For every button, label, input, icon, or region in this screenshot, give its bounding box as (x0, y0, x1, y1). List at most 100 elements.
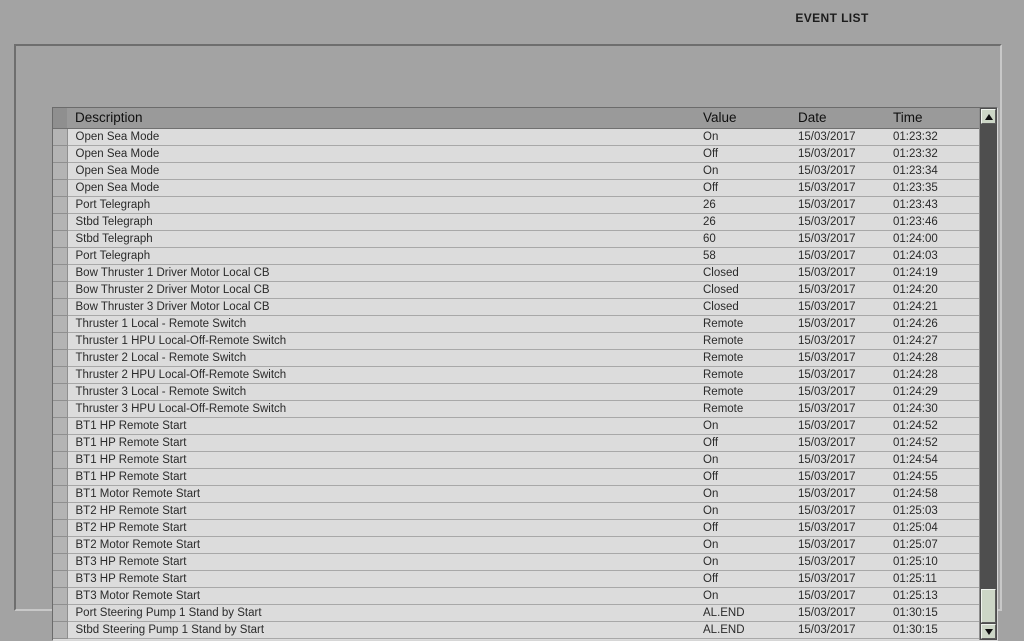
cell-description: Stbd Telegraph (67, 213, 695, 231)
cell-value: On (695, 451, 790, 469)
table-row[interactable]: BT1 HP Remote Start Off 15/03/2017 01:24:52 (53, 434, 979, 452)
cell-description-label: Bow Thruster 1 Driver Motor Local CB (75, 267, 270, 279)
table-row[interactable]: Port Telegraph 58 15/03/2017 01:24:03 (53, 247, 979, 265)
cell-time: 01:24:28 (885, 349, 979, 367)
row-gutter (53, 366, 68, 384)
cell-date-label: 15/03/2017 (798, 471, 856, 483)
table-row[interactable]: BT3 HP Remote Start Off 15/03/2017 01:25:11 (53, 570, 979, 588)
table-row[interactable]: Port Steering Pump 1 Stand by Start AL.EN… (53, 604, 979, 622)
cell-date-label: 15/03/2017 (798, 131, 856, 143)
cell-value-label: Remote (703, 403, 744, 415)
table-row[interactable]: BT3 HP Remote Start On 15/03/2017 01:25:10 (53, 553, 979, 571)
cell-date-label: 15/03/2017 (798, 148, 856, 160)
cell-description: BT2 HP Remote Start (67, 519, 695, 537)
table-row[interactable]: BT1 HP Remote Start On 15/03/2017 01:24:54 (53, 451, 979, 469)
table-row[interactable]: Bow Thruster 2 Driver Motor Local CB Clos… (53, 281, 979, 299)
table-row[interactable]: Thruster 3 Local - Remote Switch Remote 15… (53, 383, 979, 401)
row-gutter (53, 128, 68, 146)
table-row[interactable]: Stbd Telegraph 26 15/03/2017 01:23:46 (53, 213, 979, 231)
cell-description-label: Stbd Steering Pump 1 Stand by Start (75, 624, 265, 636)
triangle-up-icon (984, 113, 993, 120)
table-row[interactable]: BT1 Motor Remote Start On 15/03/2017 01:24:… (53, 485, 979, 503)
cell-value-label: Closed (703, 267, 739, 279)
event-table-header: Description Value Date Time (53, 108, 979, 129)
table-row[interactable]: BT3 Motor Remote Start On 15/03/2017 01:25:… (53, 587, 979, 605)
event-list-widget[interactable]: Description Value Date Time Open Sea Mod… (52, 107, 998, 641)
cell-description-label: Open Sea Mode (75, 182, 160, 194)
cell-time-label: 01:24:28 (893, 369, 938, 381)
cell-value-label: On (703, 454, 719, 466)
cell-date-label: 15/03/2017 (798, 318, 856, 330)
table-row[interactable]: BT2 HP Remote Start On 15/03/2017 01:25:03 (53, 502, 979, 520)
table-row[interactable]: Open Sea Mode On 15/03/2017 01:23:32 (53, 128, 979, 146)
table-row[interactable]: BT2 Motor Remote Start On 15/03/2017 01:25:… (53, 536, 979, 554)
table-row[interactable]: Thruster 1 Local - Remote Switch Remote 15… (53, 315, 979, 333)
cell-description: Thruster 2 Local - Remote Switch (67, 349, 695, 367)
cell-time-label: 01:24:54 (893, 454, 938, 466)
table-row[interactable]: Open Sea Mode Off 15/03/2017 01:23:35 (53, 179, 979, 197)
table-row[interactable]: Thruster 2 HPU Local-Off-Remote Switch Re… (53, 366, 979, 384)
cell-time: 01:25:04 (885, 519, 979, 537)
table-row[interactable]: Thruster 1 HPU Local-Off-Remote Switch Re… (53, 332, 979, 350)
column-header-time[interactable]: Time (885, 108, 979, 129)
cell-description-label: Thruster 3 HPU Local-Off-Remote Switch (75, 403, 287, 415)
cell-time: 01:25:11 (885, 570, 979, 588)
column-header-description[interactable]: Description (67, 108, 695, 129)
cell-time-label: 01:24:20 (893, 284, 938, 296)
table-row[interactable]: Port Telegraph 26 15/03/2017 01:23:43 (53, 196, 979, 214)
row-gutter (53, 281, 68, 299)
cell-description: BT1 HP Remote Start (67, 451, 695, 469)
cell-date: 15/03/2017 (790, 264, 885, 282)
cell-time: 01:24:26 (885, 315, 979, 333)
table-row[interactable]: BT1 HP Remote Start Off 15/03/2017 01:24:55 (53, 468, 979, 486)
table-row[interactable]: Stbd Steering Pump 1 Stand by Start AL.EN… (53, 621, 979, 639)
row-gutter (53, 570, 68, 588)
cell-date-label: 15/03/2017 (798, 437, 856, 449)
table-row[interactable]: Bow Thruster 3 Driver Motor Local CB Clos… (53, 298, 979, 316)
table-row[interactable]: Open Sea Mode On 15/03/2017 01:23:34 (53, 162, 979, 180)
column-header-value[interactable]: Value (695, 108, 790, 129)
cell-time: 01:24:03 (885, 247, 979, 265)
cell-time: 01:30:15 (885, 604, 979, 622)
scroll-down-button[interactable] (981, 624, 996, 639)
cell-value-label: Remote (703, 335, 744, 347)
table-row[interactable]: Thruster 2 Local - Remote Switch Remote 15… (53, 349, 979, 367)
row-gutter (53, 451, 68, 469)
cell-date-label: 15/03/2017 (798, 267, 856, 279)
cell-value: Off (695, 570, 790, 588)
table-row[interactable]: Open Sea Mode Off 15/03/2017 01:23:32 (53, 145, 979, 163)
table-row[interactable]: BT1 HP Remote Start On 15/03/2017 01:24:52 (53, 417, 979, 435)
cell-description-label: Open Sea Mode (75, 148, 160, 160)
row-gutter (53, 145, 68, 163)
table-row[interactable]: Bow Thruster 1 Driver Motor Local CB Clos… (53, 264, 979, 282)
cell-date: 15/03/2017 (790, 128, 885, 146)
cell-date: 15/03/2017 (790, 519, 885, 537)
cell-value-label: On (703, 488, 719, 500)
row-gutter (53, 621, 68, 639)
vertical-scrollbar[interactable] (979, 108, 997, 640)
cell-description-label: Thruster 2 HPU Local-Off-Remote Switch (75, 369, 287, 381)
cell-value-label: Off (703, 471, 719, 483)
cell-date: 15/03/2017 (790, 162, 885, 180)
cell-date: 15/03/2017 (790, 281, 885, 299)
cell-value: On (695, 128, 790, 146)
cell-time-label: 01:24:21 (893, 301, 938, 313)
cell-date-label: 15/03/2017 (798, 352, 856, 364)
scrollbar-thumb[interactable] (981, 589, 996, 623)
cell-description-label: BT1 HP Remote Start (75, 454, 187, 466)
cell-time-label: 01:23:32 (893, 131, 938, 143)
table-row[interactable]: Stbd Telegraph 60 15/03/2017 01:24:00 (53, 230, 979, 248)
table-row[interactable]: BT2 HP Remote Start Off 15/03/2017 01:25:04 (53, 519, 979, 537)
cell-description-label: Stbd Telegraph (75, 216, 153, 228)
scroll-up-button[interactable] (981, 109, 996, 124)
cell-description: BT3 HP Remote Start (67, 553, 695, 571)
cell-value-label: 26 (703, 216, 716, 228)
cell-description-label: BT3 HP Remote Start (75, 573, 187, 585)
table-row[interactable]: Thruster 3 HPU Local-Off-Remote Switch Re… (53, 400, 979, 418)
column-header-date[interactable]: Date (790, 108, 885, 129)
cell-value-label: 58 (703, 250, 716, 262)
cell-value: On (695, 536, 790, 554)
row-gutter (53, 417, 68, 435)
cell-value-label: Off (703, 573, 719, 585)
cell-description: Thruster 1 HPU Local-Off-Remote Switch (67, 332, 695, 350)
